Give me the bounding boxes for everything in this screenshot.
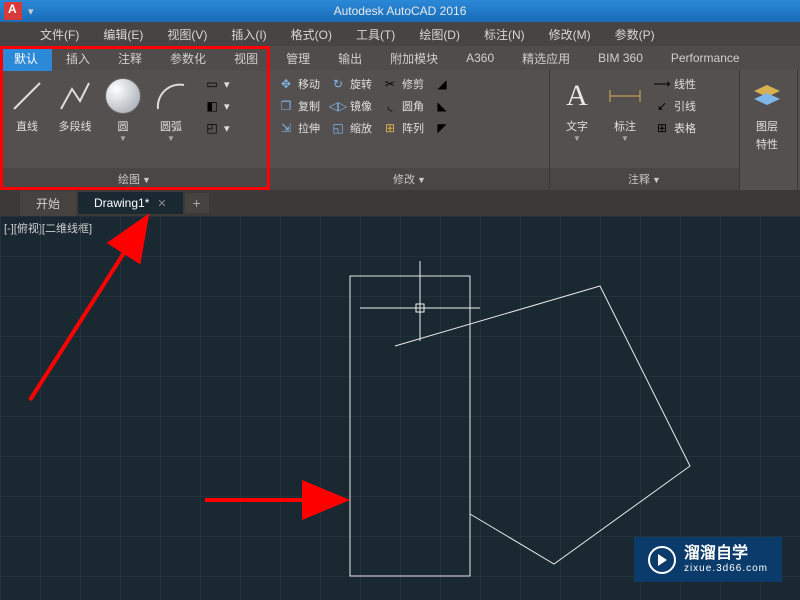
drawing-canvas[interactable]: [-][俯视][二维线框] 溜溜自学 zixue.3d66.com [0, 216, 800, 600]
